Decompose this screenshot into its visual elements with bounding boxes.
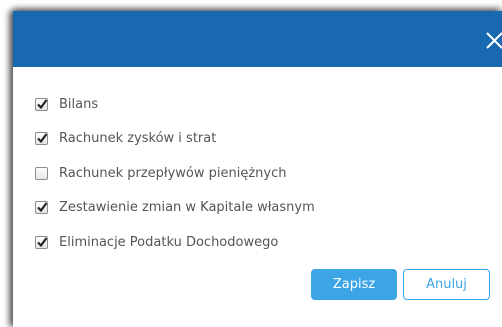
bilans-label: Bilans xyxy=(59,96,99,112)
option-eliminacje-podatku[interactable]: Eliminacje Podatku Dochodowego xyxy=(35,225,315,260)
close-icon xyxy=(482,28,502,50)
zestawienie-zmian-checkbox[interactable] xyxy=(35,201,48,215)
report-selection-dialog: Bilans Rachunek zysków i strat Rachunek … xyxy=(13,11,502,327)
rachunek-przeplywow-label: Rachunek przepływów pieniężnych xyxy=(59,165,287,181)
report-options-list: Bilans Rachunek zysków i strat Rachunek … xyxy=(35,87,315,260)
option-zestawienie-zmian[interactable]: Zestawienie zmian w Kapitale własnym xyxy=(35,191,315,226)
rachunek-zyskow-label: Rachunek zysków i strat xyxy=(59,131,217,147)
save-button[interactable]: Zapisz xyxy=(311,269,397,300)
bilans-checkbox[interactable] xyxy=(35,97,48,111)
eliminacje-podatku-checkbox[interactable] xyxy=(35,235,48,249)
cancel-button[interactable]: Anuluj xyxy=(403,269,490,300)
rachunek-zyskow-checkbox[interactable] xyxy=(35,132,48,146)
zestawienie-zmian-label: Zestawienie zmian w Kapitale własnym xyxy=(59,200,315,216)
eliminacje-podatku-label: Eliminacje Podatku Dochodowego xyxy=(59,234,279,250)
dialog-header xyxy=(13,11,502,67)
option-rachunek-przeplywow[interactable]: Rachunek przepływów pieniężnych xyxy=(35,156,315,191)
option-bilans[interactable]: Bilans xyxy=(35,87,315,122)
rachunek-przeplywow-checkbox[interactable] xyxy=(35,166,48,180)
close-button[interactable] xyxy=(482,28,502,50)
background-strip xyxy=(0,0,502,11)
option-rachunek-zyskow-i-strat[interactable]: Rachunek zysków i strat xyxy=(35,122,315,157)
